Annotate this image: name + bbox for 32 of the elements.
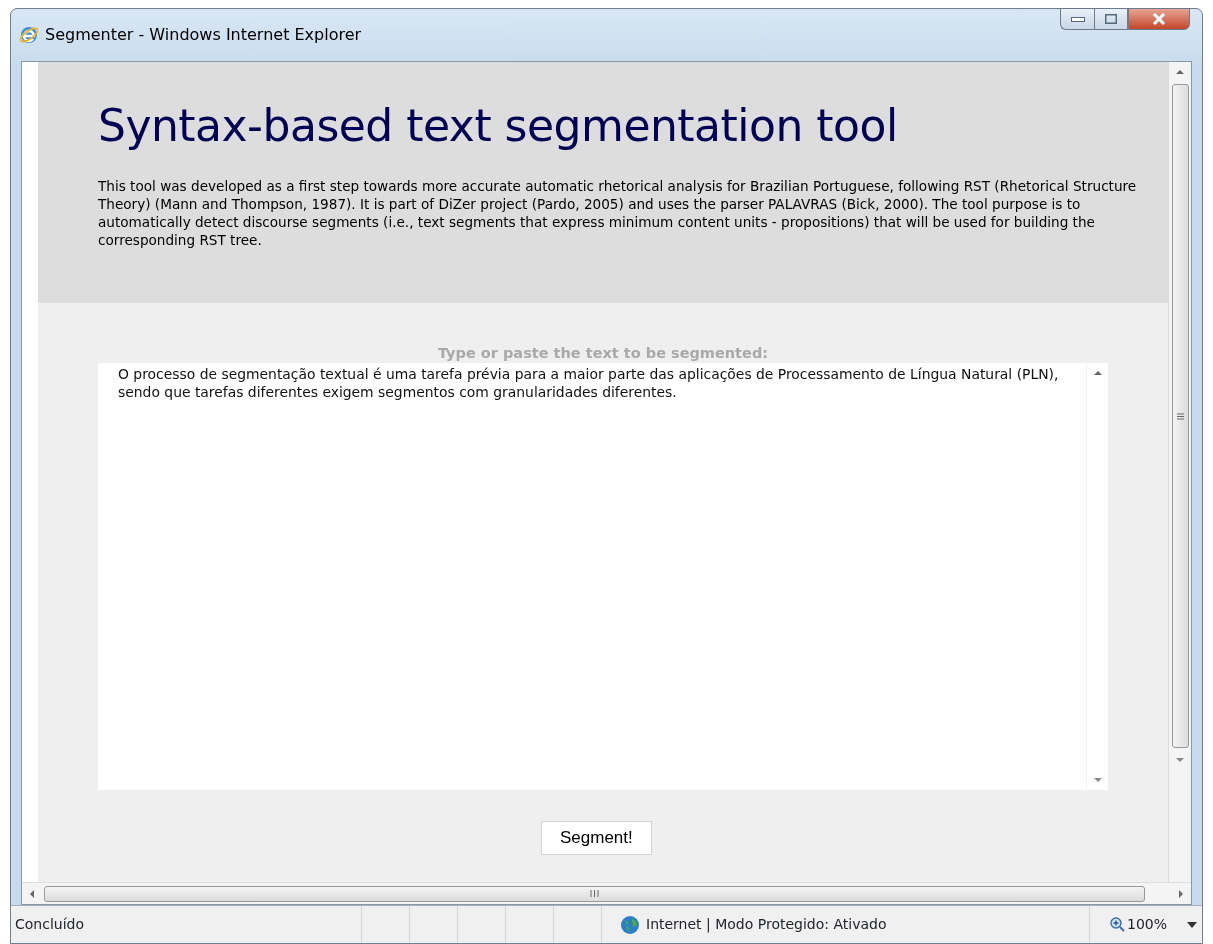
scroll-down-icon — [1093, 778, 1102, 782]
scroll-up-icon — [1093, 371, 1102, 375]
window-title: Segmenter - Windows Internet Explorer — [45, 24, 362, 46]
minimize-button[interactable] — [1060, 8, 1094, 30]
grip-icon — [1176, 412, 1184, 420]
scrollbar-thumb[interactable] — [1171, 84, 1189, 748]
maximize-icon — [1105, 14, 1117, 24]
textarea-scrollbar[interactable] — [1086, 363, 1108, 790]
zoom-level[interactable]: 100% — [1127, 914, 1168, 935]
intro-paragraph: This tool was developed as a first step towards more accurate automatic rhetorical analysis for Brazilian Portuguese, following RST (Rhetorical Structure Theory) (Mann and Thompson, 1987). It is part of DiZer project (Pardo, 2005) and uses the parser PALAVRAS (Bick, 2000). The tool purpose is to automatically detect discourse segments (i.e., text segments that express minimum content units - propositions) that will be used for building the corresponding RST tree. — [98, 176, 1138, 249]
text-input-field[interactable]: O processo de segmentação textual é uma tarefa prévia para a maior parte das aplicações de Processamento de Língua Natural (PLN), sendo que tarefas diferentes exigem segmentos com granularidades diferentes. — [98, 363, 1086, 790]
scrollbar-thumb[interactable] — [44, 885, 1145, 902]
status-text: Concluído — [15, 915, 84, 934]
scroll-left-icon — [30, 889, 34, 898]
grip-icon — [590, 890, 599, 897]
security-zone-text: Internet | Modo Protegido: Ativado — [646, 915, 887, 935]
browser-logo-icon — [19, 25, 39, 45]
horizontal-scrollbar[interactable] — [22, 882, 1191, 904]
close-button[interactable] — [1128, 8, 1190, 30]
scroll-up-icon — [1176, 70, 1184, 74]
field-label: Type or paste the text to be segmented: — [436, 344, 770, 363]
close-icon — [1152, 13, 1166, 25]
page-heading: Syntax-based text segmentation tool — [98, 100, 899, 153]
caret-icon[interactable] — [1187, 921, 1198, 928]
segment-button[interactable]: Segment! — [541, 821, 652, 855]
minimize-icon — [1070, 16, 1085, 22]
scroll-right-icon — [1179, 889, 1183, 898]
maximize-button[interactable] — [1094, 8, 1128, 30]
scroll-down-icon — [1176, 758, 1184, 762]
zoom-icon — [1110, 917, 1125, 932]
vertical-scrollbar[interactable] — [1168, 62, 1191, 882]
globe-icon — [620, 914, 640, 935]
